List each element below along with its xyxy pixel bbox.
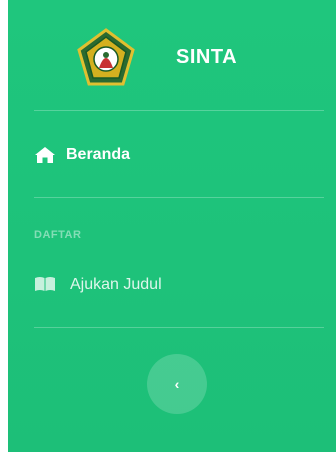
sidebar-toggle-button[interactable]: ‹ bbox=[147, 354, 207, 414]
home-icon bbox=[34, 146, 56, 164]
nav-item-label: Beranda bbox=[66, 146, 131, 163]
sidebar: SINTA Beranda DAFTAR Ajukan Judul ‹ bbox=[8, 0, 336, 452]
university-emblem-icon bbox=[77, 28, 135, 86]
open-book-icon bbox=[34, 276, 56, 294]
divider bbox=[34, 110, 324, 111]
nav-item-ajukan-judul[interactable]: Ajukan Judul bbox=[34, 276, 162, 294]
section-heading: DAFTAR bbox=[34, 229, 82, 241]
sidebar-brand[interactable]: SINTA bbox=[8, 0, 336, 110]
divider bbox=[34, 327, 324, 328]
nav-item-beranda[interactable]: Beranda bbox=[34, 146, 130, 164]
nav-item-label: Ajukan Judul bbox=[70, 276, 162, 293]
brand-title: SINTA bbox=[176, 46, 238, 68]
chevron-left-icon: ‹ bbox=[174, 376, 180, 392]
divider bbox=[34, 197, 324, 198]
